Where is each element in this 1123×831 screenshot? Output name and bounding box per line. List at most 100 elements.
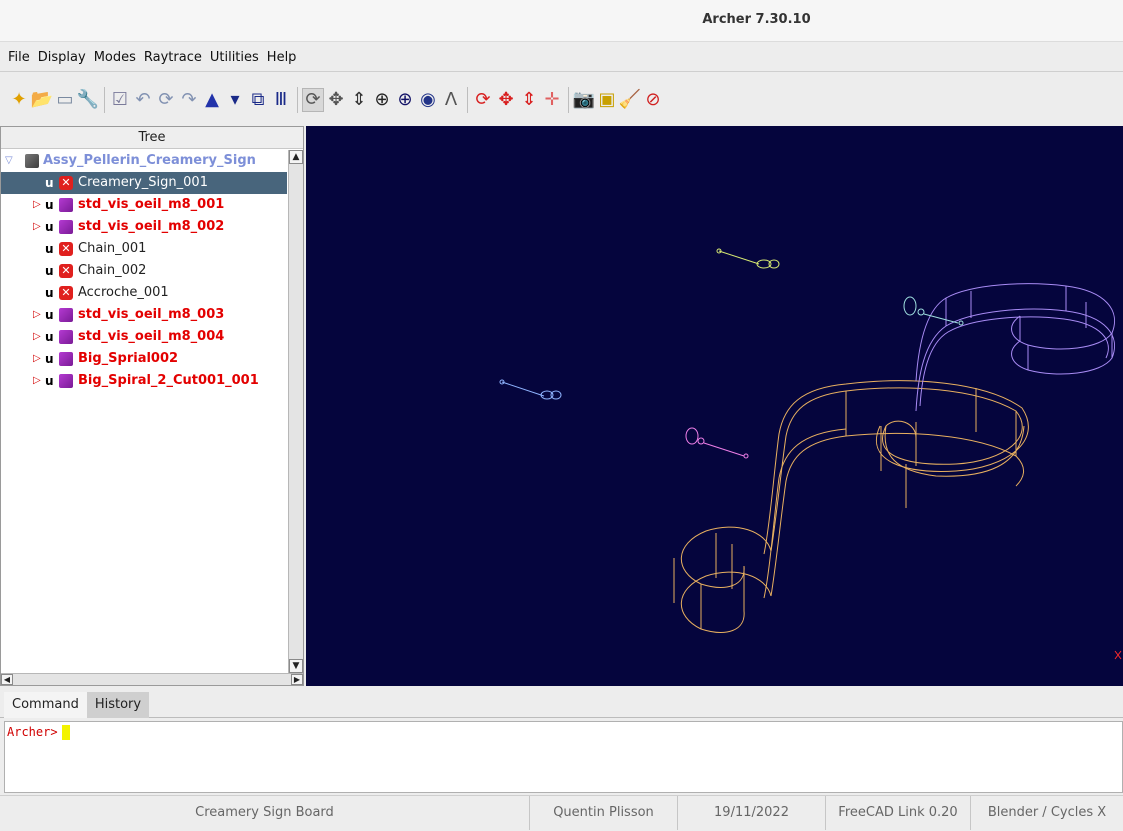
union-operator: u: [45, 220, 54, 234]
tree-horizontal-scrollbar[interactable]: ◀ ▶: [1, 673, 303, 685]
union-operator: u: [45, 242, 54, 256]
tree-item-label: std_vis_oeil_m8_001: [78, 197, 225, 212]
rotate-view-icon[interactable]: ⟳: [302, 88, 324, 112]
measure-icon[interactable]: Λ: [440, 88, 462, 112]
tree-item-label: std_vis_oeil_m8_002: [78, 219, 225, 234]
menu-utilities[interactable]: Utilities: [206, 50, 263, 65]
columns-icon[interactable]: Ⅲ: [270, 88, 292, 112]
tree-row[interactable]: ▷ u std_vis_oeil_m8_002: [1, 216, 287, 238]
camera-icon[interactable]: 📷: [573, 88, 595, 112]
toolbar-separator: [568, 87, 569, 113]
expand-toggle-icon[interactable]: ▷: [33, 370, 41, 392]
status-author: Quentin Plisson: [530, 796, 678, 830]
tab-history[interactable]: History: [86, 692, 150, 718]
graphics-viewport[interactable]: [306, 126, 1123, 686]
expand-toggle-icon[interactable]: ▷: [33, 326, 41, 348]
tree-row[interactable]: u ✕ Chain_002: [1, 260, 287, 282]
open-folder-icon[interactable]: 📂: [31, 88, 53, 112]
yellow-green-screw-wireframe: [716, 248, 780, 269]
new-db-icon[interactable]: ✦: [8, 88, 30, 112]
center-object-icon[interactable]: ⊕: [394, 88, 416, 112]
tree-row[interactable]: u ✕ Chain_001: [1, 238, 287, 260]
stop-raytrace-icon[interactable]: ⊘: [642, 88, 664, 112]
tree-row[interactable]: ▷ u Big_Spiral_2_Cut001_001: [1, 370, 287, 392]
assembly-icon: [25, 154, 39, 168]
tree-panel: Tree ▽ Assy_Pellerin_Creamery_Sign u ✕ Cream…: [0, 126, 304, 686]
translate-view-icon[interactable]: ✥: [325, 88, 347, 112]
console-prompt: Archer>: [7, 725, 58, 739]
tree-row[interactable]: u ✕ Creamery_Sign_001: [1, 172, 287, 194]
raytrace-icon[interactable]: ▣: [596, 88, 618, 112]
save-icon[interactable]: ▭: [54, 88, 76, 112]
rotate-object-icon[interactable]: ⟳: [472, 88, 494, 112]
checkbox-icon[interactable]: ☑: [109, 88, 131, 112]
violet-spiral-wireframe: [915, 283, 1116, 412]
union-operator: u: [45, 264, 54, 278]
tree-vertical-scrollbar[interactable]: ▲ ▼: [288, 150, 303, 673]
expand-toggle-icon[interactable]: ▷: [33, 304, 41, 326]
toolbar-separator: [467, 87, 468, 113]
translate-object-icon[interactable]: ✥: [495, 88, 517, 112]
expand-toggle-icon[interactable]: ▷: [33, 348, 41, 370]
broom-icon[interactable]: 🧹: [619, 88, 641, 112]
wrench-icon[interactable]: 🔧: [77, 88, 99, 112]
toolbar-separator: [297, 87, 298, 113]
tree-row[interactable]: u ✕ Accroche_001: [1, 282, 287, 304]
redo-icon[interactable]: ↷: [178, 88, 200, 112]
tree-header: Tree: [1, 127, 303, 149]
window-title: Archer 7.30.10: [702, 12, 811, 27]
tree-item-label: std_vis_oeil_m8_003: [78, 307, 225, 322]
dropdown-icon[interactable]: ▾: [224, 88, 246, 112]
primitive-icon: ✕: [59, 286, 73, 300]
expand-toggle-icon[interactable]: ▷: [33, 216, 41, 238]
tree-row[interactable]: ▷ u std_vis_oeil_m8_003: [1, 304, 287, 326]
undo-icon[interactable]: ↶: [132, 88, 154, 112]
tree-item-label: Accroche_001: [78, 285, 169, 300]
scale-view-icon[interactable]: ⇕: [348, 88, 370, 112]
orange-spiral-wireframe: [673, 380, 1029, 633]
status-project: Creamery Sign Board: [0, 796, 530, 830]
status-renderer: Blender / Cycles X: [987, 805, 1107, 820]
expand-toggle-icon[interactable]: ▽: [5, 150, 13, 172]
cube-view-icon[interactable]: ◉: [417, 88, 439, 112]
tree-row[interactable]: ▷ u std_vis_oeil_m8_001: [1, 194, 287, 216]
union-operator: u: [45, 352, 54, 366]
union-operator: u: [45, 330, 54, 344]
menu-raytrace[interactable]: Raytrace: [140, 50, 206, 65]
scroll-up-icon[interactable]: ▲: [289, 150, 303, 164]
scroll-left-icon[interactable]: ◀: [1, 674, 13, 685]
tree-row[interactable]: ▷ u Big_Sprial002: [1, 348, 287, 370]
menu-display[interactable]: Display: [34, 50, 90, 65]
primitive-icon: ✕: [59, 176, 73, 190]
expand-toggle-icon[interactable]: ▷: [33, 194, 41, 216]
copy-object-icon[interactable]: ⧉: [247, 88, 269, 112]
combination-icon: [59, 374, 73, 388]
scale-object-icon[interactable]: ⇕: [518, 88, 540, 112]
combination-icon: [59, 330, 73, 344]
status-bar: Creamery Sign Board Quentin Plisson 19/1…: [0, 795, 1123, 830]
console-tabs: Command History: [0, 692, 1123, 718]
scroll-right-icon[interactable]: ▶: [291, 674, 303, 685]
refresh-icon[interactable]: ⟳: [155, 88, 177, 112]
menu-file[interactable]: File: [4, 50, 34, 65]
tree-row[interactable]: ▷ u std_vis_oeil_m8_004: [1, 326, 287, 348]
tree-list: ▽ Assy_Pellerin_Creamery_Sign u ✕ Creamery_S…: [1, 150, 287, 673]
tree-row[interactable]: ▽ Assy_Pellerin_Creamery_Sign: [1, 150, 287, 172]
union-operator: u: [45, 374, 54, 388]
menu-bar: File Display Modes Raytrace Utilities He…: [0, 44, 1123, 72]
toolbar-separator: [104, 87, 105, 113]
union-operator: u: [45, 308, 54, 322]
menu-help[interactable]: Help: [263, 50, 301, 65]
center-point-icon[interactable]: ✛: [541, 88, 563, 112]
center-view-icon[interactable]: ⊕: [371, 88, 393, 112]
combination-icon: [59, 198, 73, 212]
primitive-icon: ✕: [59, 242, 73, 256]
wizard-icon[interactable]: ▲: [201, 88, 223, 112]
tab-command[interactable]: Command: [4, 692, 87, 718]
command-console[interactable]: Archer>: [4, 721, 1123, 793]
tree-item-label: std_vis_oeil_m8_004: [78, 329, 225, 344]
scroll-down-icon[interactable]: ▼: [289, 659, 303, 673]
toolbar: ✦ 📂 ▭ 🔧 ☑ ↶ ⟳ ↷ ▲ ▾ ⧉ Ⅲ ⟳ ✥ ⇕ ⊕ ⊕ ◉ Λ ⟳ ✥ ⇕ ✛ 📷 ▣ 🧹 ⊘: [0, 74, 1123, 126]
menu-modes[interactable]: Modes: [90, 50, 140, 65]
union-operator: u: [45, 286, 54, 300]
